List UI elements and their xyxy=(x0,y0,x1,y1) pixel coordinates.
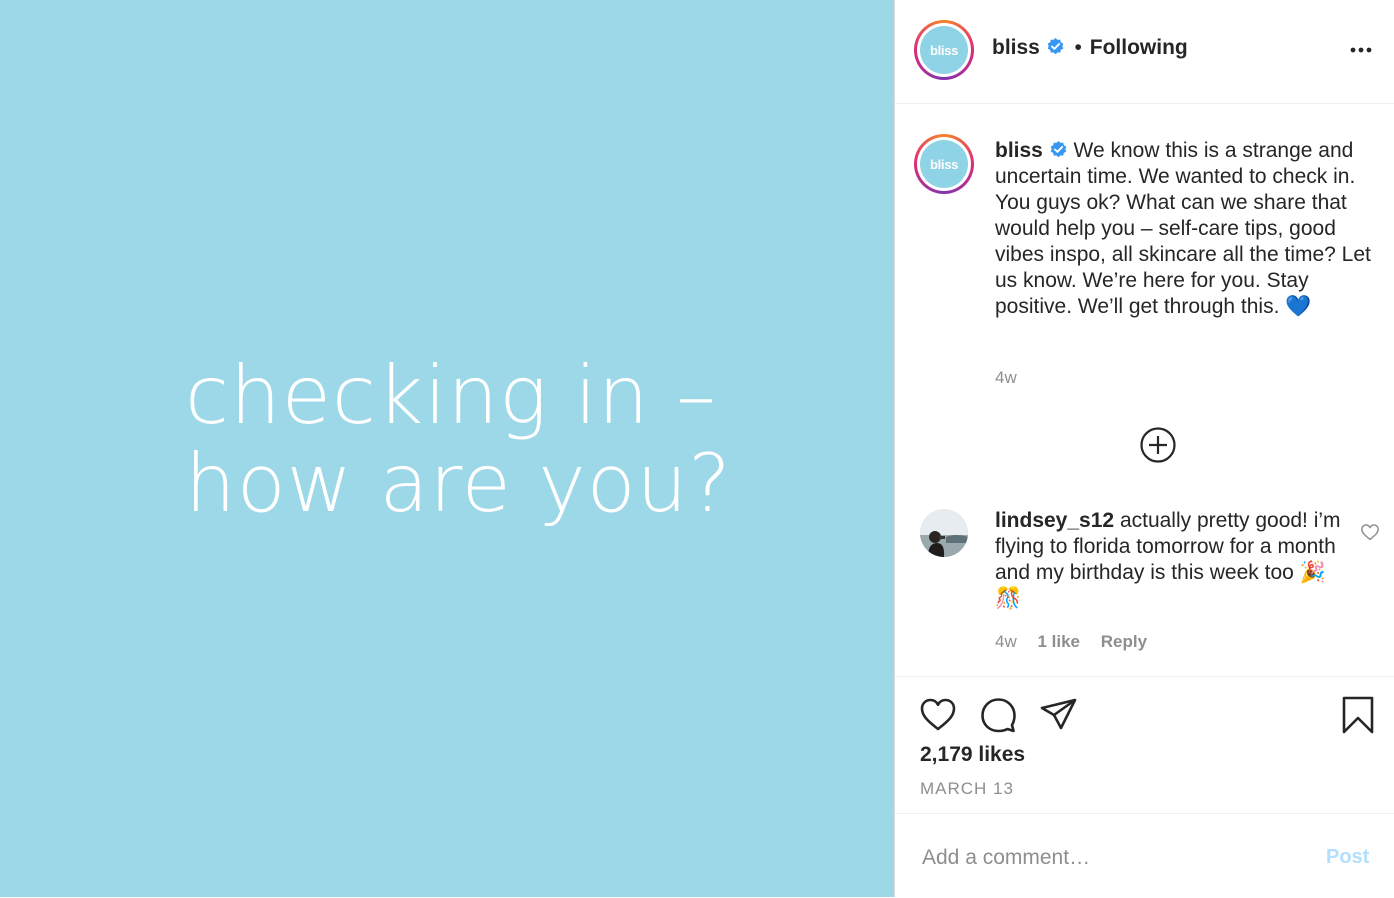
share-paper-plane-icon[interactable] xyxy=(1038,695,1078,735)
post-image-text: checking in – how are you? xyxy=(185,352,825,528)
caption-timestamp[interactable]: 4w xyxy=(995,368,1017,388)
post-header: bliss bliss • Following xyxy=(895,0,1394,104)
likes-count[interactable]: 2,179 likes xyxy=(920,743,1025,767)
post-image-line-1: checking in – xyxy=(185,349,717,442)
header-info: bliss • Following xyxy=(992,36,1188,60)
caption-author-avatar[interactable]: bliss xyxy=(914,134,974,194)
author-avatar[interactable]: bliss xyxy=(914,20,974,80)
post-image-line-2: how are you? xyxy=(185,437,732,530)
post-caption: bliss We know this is a strange and unce… xyxy=(995,138,1385,320)
comment-body: lindsey_s12 actually pretty good! i’m fl… xyxy=(995,508,1345,612)
load-more-comments-icon[interactable] xyxy=(1139,426,1177,464)
comment-likes-count[interactable]: 1 like xyxy=(1037,632,1080,651)
post-image[interactable]: checking in – how are you? xyxy=(0,0,894,897)
like-heart-icon[interactable] xyxy=(918,695,958,735)
author-username[interactable]: bliss xyxy=(992,36,1040,59)
bookmark-save-icon[interactable] xyxy=(1338,695,1378,735)
person-photo-icon xyxy=(920,509,968,557)
bliss-logo: bliss xyxy=(920,26,968,74)
comment-like-heart-icon[interactable] xyxy=(1360,523,1380,541)
separator-dot: • xyxy=(1074,36,1082,59)
comment-reply-button[interactable]: Reply xyxy=(1101,632,1147,651)
post-comment-button[interactable]: Post xyxy=(1326,846,1369,869)
comment-meta: 4w 1 like Reply xyxy=(995,632,1163,652)
post-view: checking in – how are you? bliss bliss •… xyxy=(0,0,1394,897)
post-details-panel: bliss bliss • Following bliss bliss We k… xyxy=(894,0,1394,897)
comment-bubble-icon[interactable] xyxy=(978,695,1018,735)
commenter-username[interactable]: lindsey_s12 xyxy=(995,509,1114,532)
commenter-avatar[interactable] xyxy=(920,509,968,557)
post-date[interactable]: MARCH 13 xyxy=(920,779,1014,799)
action-bar xyxy=(895,676,1394,734)
add-comment-bar: Post xyxy=(895,813,1394,898)
bliss-logo: bliss xyxy=(920,140,968,188)
verified-badge-icon xyxy=(1047,37,1063,55)
comment-timestamp[interactable]: 4w xyxy=(995,632,1017,651)
caption-username[interactable]: bliss xyxy=(995,139,1043,162)
verified-badge-icon xyxy=(1050,140,1066,158)
following-button[interactable]: Following xyxy=(1090,36,1188,59)
caption-text: We know this is a strange and uncertain … xyxy=(995,139,1371,318)
add-comment-input[interactable] xyxy=(920,842,1304,874)
more-options-icon[interactable] xyxy=(1349,38,1373,62)
